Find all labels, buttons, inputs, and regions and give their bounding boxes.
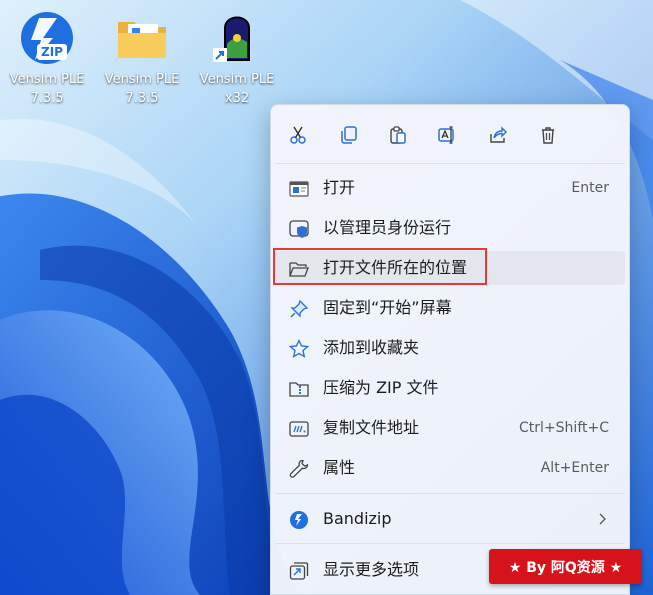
copy-path-icon (289, 421, 309, 437)
desktop-icon-label: Vensim PLE 7.3.5 (9, 72, 85, 106)
context-menu: 打开 Enter 以管理员身份运行 打开文件所在的位置 固定到“开始”屏幕 添加… (270, 104, 630, 595)
watermark-badge: ★ By 阿Q资源 ★ (489, 549, 642, 584)
shield-icon (289, 220, 309, 238)
zip-badge-text: ZIP (41, 45, 63, 59)
vensim-app-shortcut-icon (213, 16, 250, 62)
folder-open-icon (289, 262, 309, 277)
menu-item-label: 压缩为 ZIP 文件 (323, 378, 439, 397)
menu-item-bandizip[interactable]: Bandizip (275, 502, 625, 536)
menu-item-run-as-admin[interactable]: 以管理员身份运行 (275, 211, 625, 245)
paste-button[interactable] (382, 119, 414, 151)
menu-item-add-to-favorites[interactable]: 添加到收藏夹 (275, 331, 625, 365)
more-options-icon (289, 562, 309, 580)
rename-icon (438, 126, 454, 144)
menu-separator (275, 493, 625, 494)
menu-item-compress-to-zip[interactable]: 压缩为 ZIP 文件 (275, 371, 625, 405)
menu-item-pin-to-start[interactable]: 固定到“开始”屏幕 (275, 291, 625, 325)
rename-button[interactable] (431, 119, 463, 151)
menu-item-label: Bandizip (323, 509, 392, 528)
cut-button[interactable] (282, 119, 314, 151)
context-menu-action-bar (271, 105, 629, 163)
menu-item-label: 复制文件地址 (323, 418, 420, 437)
cut-icon (290, 126, 306, 144)
menu-item-label: 属性 (323, 458, 356, 477)
menu-item-open[interactable]: 打开 Enter (275, 171, 625, 205)
desktop-icon-label: Vensim PLE x32 (199, 72, 275, 106)
menu-item-open-file-location[interactable]: 打开文件所在的位置 (275, 251, 625, 285)
menu-item-label: 打开 (323, 178, 356, 197)
chevron-right-icon (599, 513, 606, 525)
menu-item-label: 添加到收藏夹 (323, 338, 420, 357)
pin-icon (290, 299, 309, 318)
copy-button[interactable] (333, 119, 365, 151)
menu-item-accelerator: Alt+Enter (540, 460, 609, 476)
menu-item-accelerator: Ctrl+Shift+C (519, 420, 609, 436)
share-icon (490, 126, 507, 143)
desktop-icon-label: Vensim PLE 7.3.5 (104, 72, 180, 106)
menu-item-label: 以管理员身份运行 (323, 218, 452, 237)
star-icon (289, 339, 309, 358)
menu-item-properties[interactable]: 属性 Alt+Enter (275, 451, 625, 485)
folder-icon (118, 22, 166, 58)
desktop-icon-vensim-zip[interactable]: ZIP Vensim PLE 7.3.5 (5, 8, 89, 108)
desktop-icon-vensim-folder[interactable]: Vensim PLE 7.3.5 (100, 8, 184, 108)
paste-icon (390, 126, 406, 144)
menu-separator (275, 543, 625, 544)
delete-icon (542, 127, 554, 144)
delete-button[interactable] (532, 119, 564, 151)
zip-folder-icon (289, 382, 309, 397)
desktop-icon-vensim-x32[interactable]: Vensim PLE x32 (195, 8, 279, 108)
menu-item-label: 固定到“开始”屏幕 (323, 298, 452, 317)
menu-item-copy-as-path[interactable]: 复制文件地址 Ctrl+Shift+C (275, 411, 625, 445)
zip-installer-icon (21, 12, 73, 64)
bandizip-icon (290, 511, 308, 529)
open-app-icon (289, 181, 309, 197)
menu-item-label: 打开文件所在的位置 (323, 258, 468, 277)
menu-item-label: 显示更多选项 (323, 560, 420, 579)
menu-separator (275, 163, 625, 164)
wrench-icon (289, 459, 309, 478)
menu-item-accelerator: Enter (571, 180, 609, 196)
copy-icon (341, 126, 357, 144)
share-button[interactable] (482, 119, 514, 151)
watermark-text: ★ By 阿Q资源 ★ (508, 559, 623, 576)
